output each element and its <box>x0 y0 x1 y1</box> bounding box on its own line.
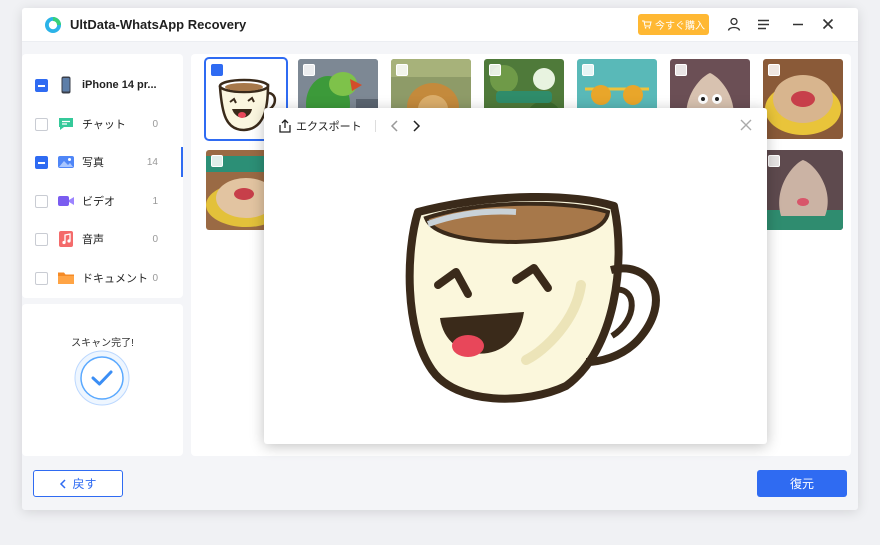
sidebar-item-label: ビデオ <box>82 196 115 208</box>
sidebar-item-count: 0 <box>152 233 158 245</box>
sidebar-item-device[interactable]: iPhone 14 pr... <box>22 70 183 100</box>
thumbnail-checkbox[interactable] <box>211 155 223 167</box>
thumbnail-checkbox[interactable] <box>768 155 780 167</box>
sidebar-item-count: 0 <box>152 272 158 284</box>
sidebar-item-photos[interactable]: 写真 14 <box>22 147 183 177</box>
scan-complete-check-icon <box>74 350 130 406</box>
phone-icon <box>61 76 71 94</box>
cart-icon <box>642 20 652 29</box>
thumbnail-checkbox[interactable] <box>211 64 223 76</box>
thumbnail-checkbox[interactable] <box>489 64 501 76</box>
back-label: 戻す <box>72 477 97 491</box>
sidebar-item-count: 0 <box>152 118 158 130</box>
scan-status-panel: スキャン完了! <box>22 304 183 456</box>
back-button[interactable]: 戻す <box>33 470 123 497</box>
export-icon <box>279 119 291 133</box>
sidebar-item-video[interactable]: ビデオ 1 <box>22 186 183 216</box>
audio-icon <box>59 231 73 247</box>
photo-thumbnail[interactable] <box>763 150 843 230</box>
thumbnail-checkbox[interactable] <box>396 64 408 76</box>
chat-checkbox[interactable] <box>35 117 48 131</box>
category-sidebar: iPhone 14 pr... チャット 0 写真 14 ビデオ 1 音声 0 <box>22 54 183 298</box>
sidebar-item-count: 14 <box>146 156 158 168</box>
sidebar-item-label: 写真 <box>82 157 104 169</box>
audio-checkbox[interactable] <box>35 232 48 246</box>
title-bar: UltData-WhatsApp Recovery 今すぐ購入 <box>22 8 858 42</box>
thumbnail-checkbox[interactable] <box>768 64 780 76</box>
photo-thumbnail[interactable] <box>763 59 843 139</box>
previous-arrow-icon[interactable] <box>388 119 402 133</box>
buy-now-label: 今すぐ購入 <box>655 21 705 32</box>
sidebar-item-chat[interactable]: チャット 0 <box>22 109 183 139</box>
photo-icon <box>58 156 74 168</box>
account-icon[interactable] <box>726 16 742 32</box>
sidebar-item-count: 1 <box>152 195 158 207</box>
close-window-icon[interactable] <box>820 16 836 32</box>
export-label: エクスポート <box>296 121 362 133</box>
photo-preview-dialog: エクスポート <box>264 108 767 444</box>
chat-icon <box>59 118 73 130</box>
close-preview-icon[interactable] <box>739 118 753 132</box>
sidebar-item-label: 音声 <box>82 234 104 246</box>
photos-checkbox[interactable] <box>35 155 48 169</box>
sidebar-item-label: iPhone 14 pr... <box>82 79 157 91</box>
sidebar-item-audio[interactable]: 音声 0 <box>22 224 183 254</box>
thumbnail-checkbox[interactable] <box>303 64 315 76</box>
app-logo-icon <box>45 17 61 33</box>
sidebar-item-documents[interactable]: ドキュメント 0 <box>22 263 183 293</box>
restore-button[interactable]: 復元 <box>757 470 847 497</box>
minimize-icon[interactable] <box>790 16 806 32</box>
thumbnail-checkbox[interactable] <box>582 64 594 76</box>
folder-icon <box>58 272 74 284</box>
toolbar-divider <box>375 120 376 132</box>
app-title: UltData-WhatsApp Recovery <box>70 17 247 32</box>
coffee-cup-sticker-preview-image <box>405 192 660 403</box>
device-checkbox[interactable] <box>35 78 48 92</box>
export-button[interactable]: エクスポート <box>278 118 362 134</box>
video-checkbox[interactable] <box>35 194 48 208</box>
buy-now-button[interactable]: 今すぐ購入 <box>638 14 709 35</box>
sidebar-item-label: チャット <box>82 119 126 131</box>
chevron-left-icon <box>60 478 67 489</box>
app-window: UltData-WhatsApp Recovery 今すぐ購入 iPhone 1… <box>22 8 858 510</box>
restore-label: 復元 <box>789 477 814 491</box>
preview-toolbar: エクスポート <box>264 108 767 144</box>
sidebar-item-label: ドキュメント <box>82 273 148 285</box>
menu-icon[interactable] <box>756 16 772 32</box>
thumbnail-checkbox[interactable] <box>675 64 687 76</box>
documents-checkbox[interactable] <box>35 271 48 285</box>
next-arrow-icon[interactable] <box>409 119 423 133</box>
video-icon <box>58 196 74 206</box>
scan-status-text: スキャン完了! <box>71 338 134 349</box>
